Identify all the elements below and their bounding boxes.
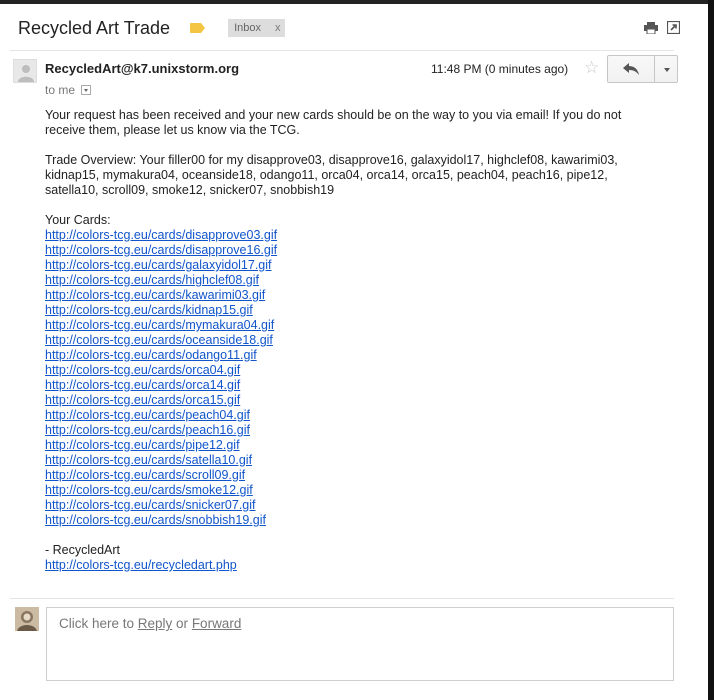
- forward-link[interactable]: Forward: [192, 616, 242, 631]
- more-dropdown-icon[interactable]: [654, 55, 678, 83]
- header-divider: [10, 50, 674, 51]
- show-details-dropdown-icon[interactable]: [81, 85, 92, 95]
- subject-row: Recycled Art Trade Inbox x: [18, 16, 285, 40]
- label-chip-text: Inbox: [234, 22, 261, 34]
- card-link[interactable]: http://colors-tcg.eu/cards/disapprove03.…: [45, 228, 655, 243]
- new-window-icon[interactable]: [667, 21, 680, 34]
- reply-icon: [623, 63, 639, 75]
- card-link-list: http://colors-tcg.eu/cards/disapprove03.…: [45, 228, 655, 528]
- sender-avatar: [13, 59, 37, 83]
- card-link[interactable]: http://colors-tcg.eu/cards/orca04.gif: [45, 363, 655, 378]
- card-link[interactable]: http://colors-tcg.eu/cards/smoke12.gif: [45, 483, 655, 498]
- card-link[interactable]: http://colors-tcg.eu/cards/scroll09.gif: [45, 468, 655, 483]
- email-subject: Recycled Art Trade: [18, 17, 171, 38]
- card-link[interactable]: http://colors-tcg.eu/cards/odango11.gif: [45, 348, 655, 363]
- card-link[interactable]: http://colors-tcg.eu/cards/satella10.gif: [45, 453, 655, 468]
- user-avatar: [15, 607, 39, 631]
- signature-link[interactable]: http://colors-tcg.eu/recycledart.php: [45, 558, 655, 573]
- star-icon[interactable]: ☆: [584, 58, 599, 78]
- label-chip-inbox[interactable]: Inbox x: [228, 19, 285, 37]
- reply-or-text: or: [172, 616, 192, 631]
- message-body: Your request has been received and your …: [45, 108, 655, 573]
- window-right-edge: [708, 0, 714, 700]
- card-link[interactable]: http://colors-tcg.eu/cards/disapprove16.…: [45, 243, 655, 258]
- important-marker-icon[interactable]: [190, 23, 206, 33]
- message-paragraph: Your request has been received and your …: [45, 108, 622, 137]
- cards-heading: Your Cards:: [45, 213, 111, 227]
- card-link[interactable]: http://colors-tcg.eu/cards/mymakura04.gi…: [45, 318, 655, 333]
- card-link[interactable]: http://colors-tcg.eu/cards/peach16.gif: [45, 423, 655, 438]
- card-link[interactable]: http://colors-tcg.eu/cards/oceanside18.g…: [45, 333, 655, 348]
- reply-prompt-text: Click here to: [59, 616, 138, 631]
- trade-overview: Trade Overview: Your filler00 for my dis…: [45, 153, 618, 197]
- card-link[interactable]: http://colors-tcg.eu/cards/galaxyidol17.…: [45, 258, 655, 273]
- remove-label-button[interactable]: x: [275, 22, 281, 34]
- card-link[interactable]: http://colors-tcg.eu/cards/snobbish19.gi…: [45, 513, 655, 528]
- reply-link[interactable]: Reply: [138, 616, 173, 631]
- card-link[interactable]: http://colors-tcg.eu/cards/kawarimi03.gi…: [45, 288, 655, 303]
- reply-button[interactable]: [607, 55, 655, 83]
- email-timestamp: 11:48 PM (0 minutes ago): [431, 62, 569, 76]
- card-link[interactable]: http://colors-tcg.eu/cards/peach04.gif: [45, 408, 655, 423]
- recipient-line: to me: [45, 83, 92, 97]
- quick-reply-box[interactable]: Click here to Reply or Forward: [46, 607, 674, 681]
- default-person-icon: [18, 65, 34, 82]
- card-link[interactable]: http://colors-tcg.eu/cards/orca14.gif: [45, 378, 655, 393]
- card-link[interactable]: http://colors-tcg.eu/cards/orca15.gif: [45, 393, 655, 408]
- signature: - RecycledArt: [45, 543, 121, 557]
- sender-address[interactable]: RecycledArt@k7.unixstorm.org: [45, 61, 239, 76]
- card-link[interactable]: http://colors-tcg.eu/cards/snicker07.gif: [45, 498, 655, 513]
- card-link[interactable]: http://colors-tcg.eu/cards/kidnap15.gif: [45, 303, 655, 318]
- reply-divider: [10, 598, 674, 599]
- print-icon[interactable]: [644, 22, 658, 34]
- user-photo-placeholder: [15, 607, 39, 631]
- recipient-text: to me: [45, 83, 76, 97]
- window-top-bar: [0, 0, 714, 4]
- card-link[interactable]: http://colors-tcg.eu/cards/highclef08.gi…: [45, 273, 655, 288]
- card-link[interactable]: http://colors-tcg.eu/cards/pipe12.gif: [45, 438, 655, 453]
